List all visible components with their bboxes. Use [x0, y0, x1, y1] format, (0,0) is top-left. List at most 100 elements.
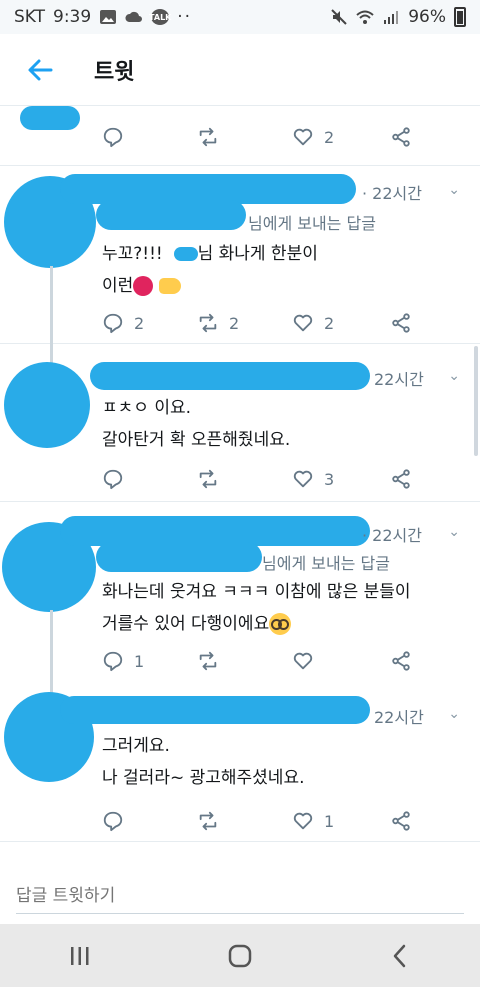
- like-count: 3: [324, 469, 335, 489]
- tweet-text-part: 이런: [102, 276, 134, 296]
- tweet-item[interactable]: · 22시간 ⌄ 님에게 보내는 답글 화나는데 웃겨요 ㅋㅋㅋ 이참에 많은 …: [0, 502, 480, 682]
- retweet-icon: [199, 811, 217, 831]
- back-arrow-icon: [28, 59, 53, 80]
- chevron-down-icon[interactable]: ⌄: [448, 524, 460, 540]
- tweet-text-part: 갈아탄거 확 오픈해줬네요.: [102, 430, 291, 450]
- reply-icon: [103, 811, 123, 832]
- like-count: 1: [324, 811, 335, 831]
- battery-icon: [454, 7, 466, 27]
- reply-to: 님에게 보내는 답글: [262, 554, 390, 573]
- scrollbar[interactable]: [474, 346, 478, 456]
- tweet-time: 22시간: [374, 708, 424, 727]
- redaction-mark: [90, 362, 370, 390]
- heart-icon: [293, 128, 313, 146]
- retweet-button[interactable]: [197, 650, 292, 672]
- like-button[interactable]: 2: [292, 126, 387, 148]
- share-icon: [392, 651, 410, 671]
- tweet-actions: 2: [102, 126, 412, 148]
- reply-icon: [103, 469, 123, 490]
- share-icon: [392, 469, 410, 489]
- tweet-actions: 2 2 2: [102, 312, 412, 334]
- reply-button[interactable]: [102, 126, 197, 148]
- tweet-text: 누꼬?!!! 님 화나게 한분이 이런: [102, 238, 318, 302]
- more-dots-icon: ··: [177, 7, 193, 27]
- retweet-button[interactable]: [197, 810, 292, 832]
- carrier: SKT: [14, 7, 46, 27]
- signal-icon: [384, 11, 399, 24]
- retweet-icon: [199, 313, 217, 333]
- app-header: 트윗: [0, 34, 480, 106]
- reply-count: 2: [134, 313, 145, 333]
- like-button[interactable]: 2: [292, 312, 387, 334]
- retweet-button[interactable]: [197, 468, 292, 490]
- avatar: [4, 362, 90, 448]
- share-button[interactable]: [390, 468, 412, 490]
- reply-button[interactable]: [102, 810, 197, 832]
- compose-bar: [0, 862, 480, 924]
- tweet-timeline[interactable]: 2 · 22시간 ⌄ 님에게 보내는 답글 누꼬?!!! 님 화나게 한분이 이…: [0, 106, 480, 862]
- chevron-down-icon[interactable]: ⌄: [448, 368, 460, 384]
- like-count: 2: [324, 313, 335, 333]
- tweet-time: 22시간: [374, 370, 424, 389]
- tweet-text-part: 누꼬?!!!: [102, 244, 163, 264]
- cloud-icon: [125, 11, 143, 22]
- redaction-mark: [173, 247, 198, 261]
- reply-to: 님에게 보내는 답글: [248, 214, 376, 233]
- tweet-text-part: 님 화나게 한분이: [197, 244, 318, 264]
- tweet-item[interactable]: 22시간 ⌄ 그러게요. 나 걸러라~ 광고해주셨네요. 1: [0, 682, 480, 842]
- battery-percent: 96%: [408, 7, 446, 27]
- heart-icon: [293, 314, 313, 332]
- tweet-item[interactable]: 22시간 ⌄ ㅍㅊㅇ 이요. 갈아탄거 확 오픈해줬네요. 3: [0, 344, 480, 502]
- reply-button[interactable]: [102, 468, 197, 490]
- home-button[interactable]: [200, 931, 280, 981]
- redaction-mark: [60, 696, 370, 724]
- tweet-text: 그러게요. 나 걸러라~ 광고해주셨네요.: [102, 730, 305, 794]
- home-icon: [228, 944, 252, 967]
- like-button[interactable]: 1: [292, 810, 387, 832]
- heart-icon: [293, 652, 313, 670]
- retweet-button[interactable]: [197, 126, 292, 148]
- tweet-text: ㅍㅊㅇ 이요. 갈아탄거 확 오픈해줬네요.: [102, 392, 290, 456]
- reply-input[interactable]: [16, 878, 464, 914]
- share-button[interactable]: [390, 810, 412, 832]
- retweet-icon: [199, 469, 217, 489]
- image-icon: [100, 10, 117, 24]
- redaction-mark: [96, 200, 246, 230]
- mute-icon: [331, 9, 347, 25]
- angry-face-icon: [133, 276, 154, 296]
- retweet-count: 2: [229, 313, 240, 333]
- like-button[interactable]: [292, 650, 387, 672]
- share-icon: [392, 313, 410, 333]
- wifi-icon: [356, 10, 374, 24]
- retweet-icon: [199, 127, 217, 147]
- back-button[interactable]: [0, 34, 80, 106]
- reply-count: 1: [134, 651, 145, 671]
- tweet-text-part: 그러게요.: [102, 736, 170, 756]
- tweet-item[interactable]: 2: [0, 106, 480, 166]
- share-button[interactable]: [390, 126, 412, 148]
- tweet-text-part: 거를수 있어 다행이에요: [102, 614, 270, 634]
- tweet-text-part: 나 걸러라~ 광고해주셨네요.: [102, 768, 305, 788]
- tweet-actions: 1: [102, 650, 412, 672]
- reply-icon: [103, 127, 123, 148]
- like-button[interactable]: 3: [292, 468, 387, 490]
- nerd-face-icon: [269, 613, 292, 635]
- nav-back-button[interactable]: [360, 931, 440, 981]
- share-button[interactable]: [390, 650, 412, 672]
- chevron-down-icon[interactable]: ⌄: [448, 182, 460, 198]
- page-title: 트윗: [94, 59, 135, 85]
- recent-apps-button[interactable]: [40, 931, 120, 981]
- heart-icon: [293, 470, 313, 488]
- chevron-down-icon[interactable]: ⌄: [448, 706, 460, 722]
- share-icon: [392, 127, 410, 147]
- reply-button[interactable]: 1: [102, 650, 197, 672]
- reply-button[interactable]: 2: [102, 312, 197, 334]
- tweet-item[interactable]: · 22시간 ⌄ 님에게 보내는 답글 누꼬?!!! 님 화나게 한분이 이런 …: [0, 166, 480, 344]
- reply-icon: [103, 651, 123, 672]
- redaction-mark: [20, 106, 80, 130]
- retweet-button[interactable]: 2: [197, 312, 292, 334]
- tweet-text-part: ㅍㅊㅇ 이요.: [102, 398, 192, 418]
- heart-icon: [293, 812, 313, 830]
- clock: 9:39: [53, 7, 92, 27]
- share-button[interactable]: [390, 312, 412, 334]
